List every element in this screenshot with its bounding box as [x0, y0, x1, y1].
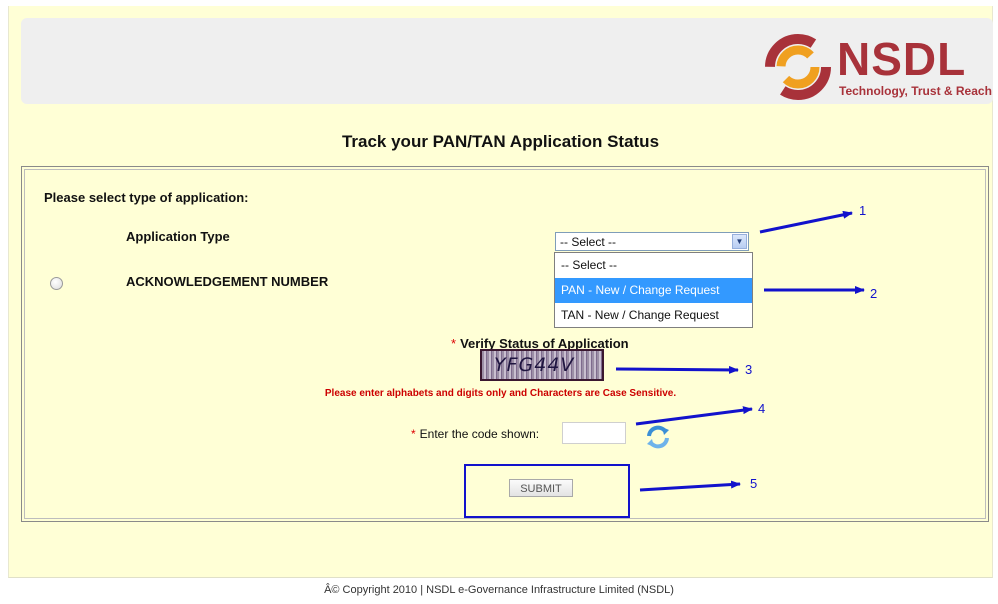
- code-label: * Enter the code shown:: [411, 427, 539, 441]
- code-label-text: Enter the code shown:: [419, 427, 540, 441]
- footer-copyright: Â© Copyright 2010 | NSDL e-Governance In…: [324, 584, 674, 596]
- required-mark-2: *: [411, 427, 416, 441]
- annotation-label-3: 3: [745, 362, 753, 377]
- ack-number-label: ACKNOWLEDGEMENT NUMBER: [126, 274, 329, 289]
- header-banner: NSDL Technology, Trust & Reach: [21, 18, 993, 104]
- nsdl-emblem-icon: [765, 34, 831, 100]
- page-title: Track your PAN/TAN Application Status: [341, 132, 660, 151]
- option-pan[interactable]: PAN - New / Change Request: [555, 278, 752, 303]
- select-type-prompt: Please select type of application:: [44, 190, 249, 205]
- application-type-select[interactable]: -- Select -- ▼: [555, 232, 749, 251]
- refresh-icon[interactable]: [645, 424, 671, 450]
- option-tan[interactable]: TAN - New / Change Request: [555, 303, 752, 328]
- application-type-label: Application Type: [126, 229, 230, 244]
- submit-button[interactable]: SUBMIT: [509, 479, 573, 497]
- annotation-label-5: 5: [750, 476, 758, 491]
- captcha-image: YFG44V: [480, 349, 604, 381]
- page-container: NSDL Technology, Trust & Reach Track you…: [8, 6, 993, 578]
- annotation-label-2: 2: [870, 286, 878, 301]
- case-sensitive-warning: Please enter alphabets and digits only a…: [324, 388, 677, 399]
- logo-tagline: Technology, Trust & Reach: [839, 84, 992, 98]
- required-mark: *: [451, 336, 457, 351]
- chevron-down-icon[interactable]: ▼: [732, 234, 747, 249]
- annotation-label-4: 4: [758, 401, 766, 416]
- annotation-label-1: 1: [859, 203, 867, 218]
- ack-number-radio[interactable]: [50, 277, 63, 290]
- option-select[interactable]: -- Select --: [555, 253, 752, 278]
- captcha-code-input[interactable]: [562, 422, 626, 444]
- captcha-text: YFG44V: [494, 354, 575, 376]
- application-type-dropdown: -- Select -- PAN - New / Change Request …: [554, 252, 753, 328]
- logo-text: NSDL: [837, 33, 967, 85]
- nsdl-logo: NSDL Technology, Trust & Reach: [765, 32, 992, 104]
- application-type-value: -- Select --: [560, 235, 617, 249]
